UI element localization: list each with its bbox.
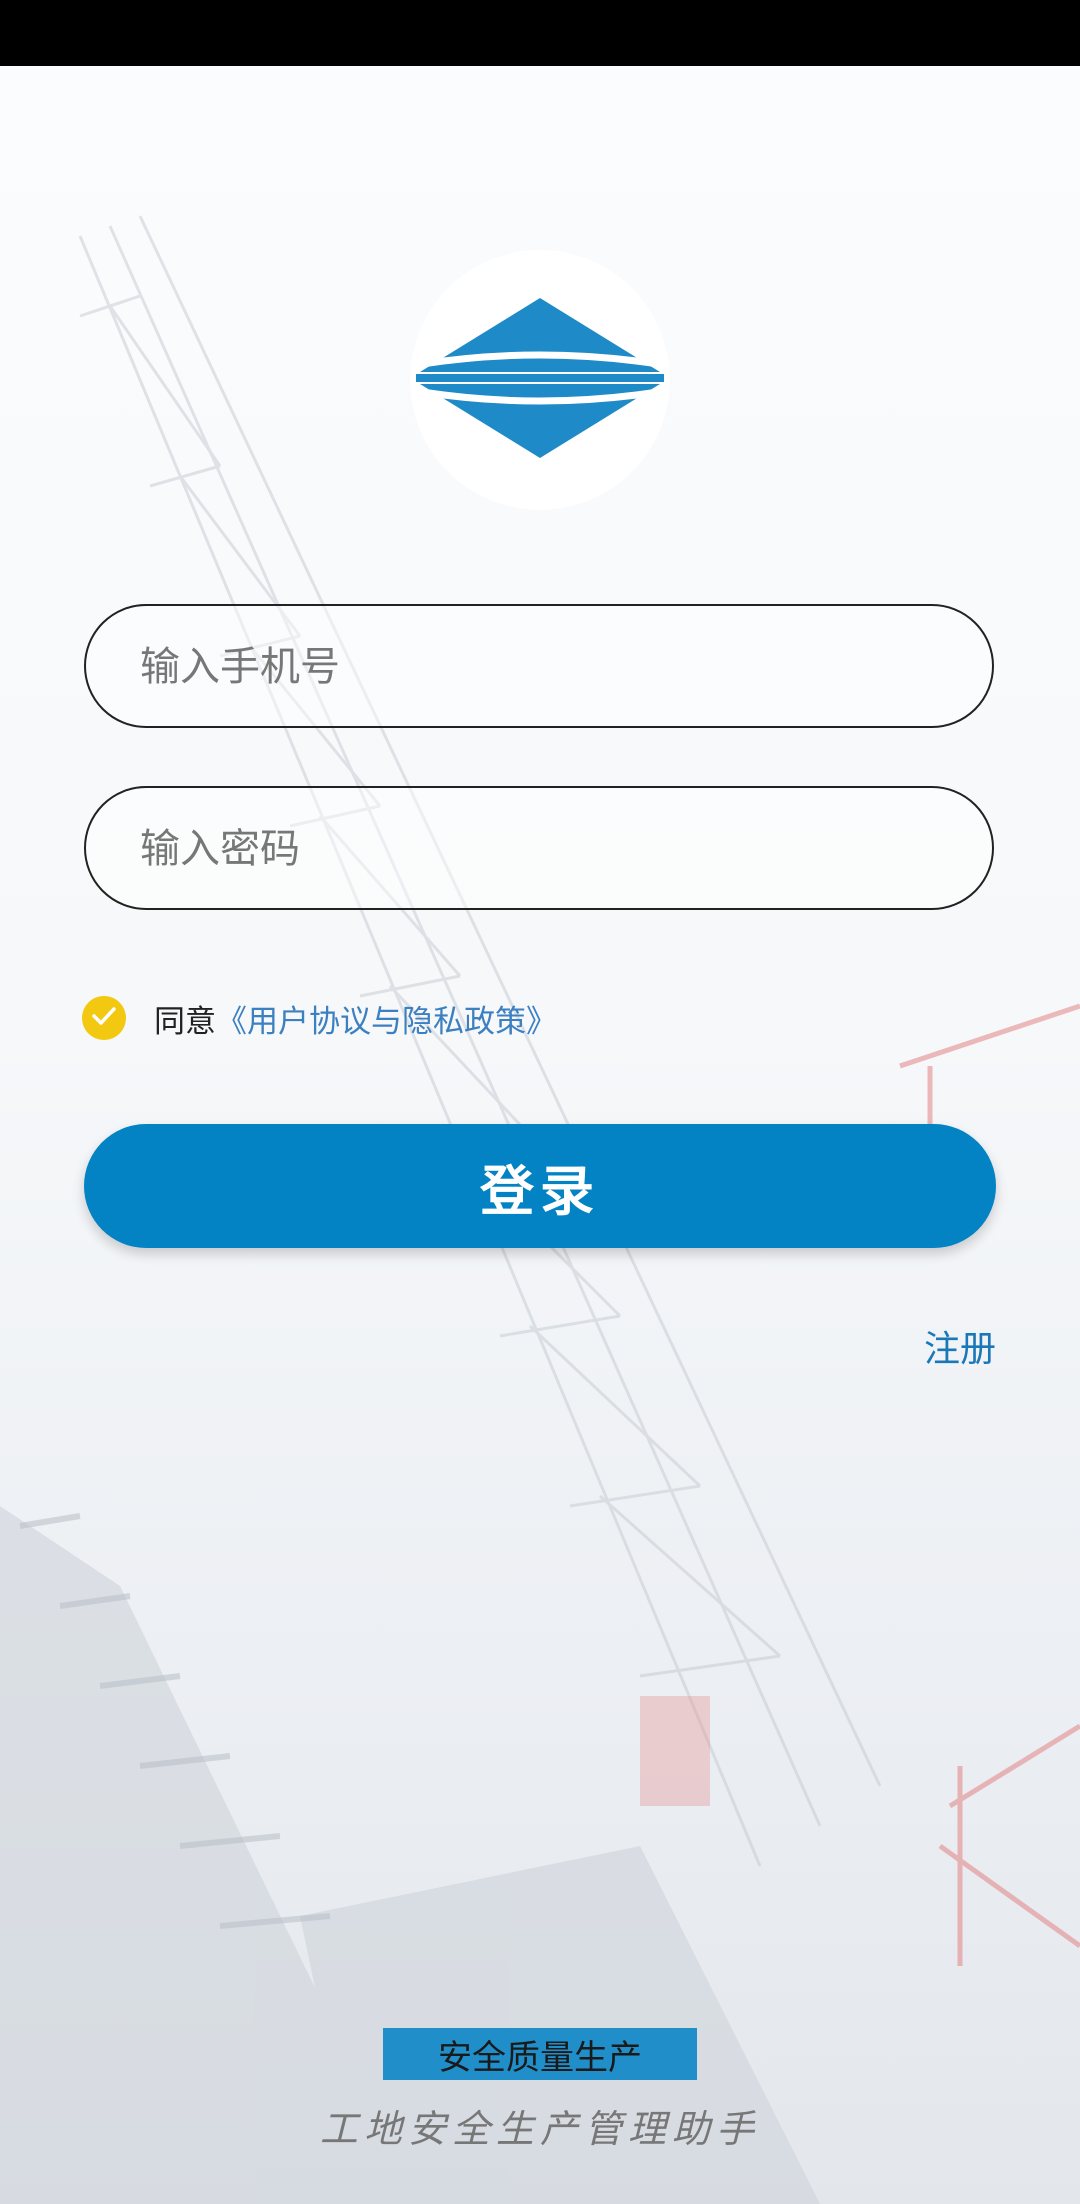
login-button[interactable]: 登录	[84, 1124, 996, 1248]
user-agreement-link[interactable]: 《用户协议与隐私政策》	[216, 996, 557, 1041]
diamond-logo-icon	[412, 298, 668, 462]
password-field[interactable]	[84, 786, 994, 910]
app-slogan: 工地安全生产管理助手	[319, 2107, 760, 2151]
agreement-row: 同意 《用户协议与隐私政策》	[82, 995, 557, 1041]
check-icon	[91, 1006, 117, 1030]
agree-label: 同意	[154, 1003, 216, 1040]
status-bar	[0, 0, 1080, 66]
phone-input[interactable]	[138, 606, 942, 728]
password-input[interactable]	[138, 788, 942, 910]
register-link[interactable]: 注册	[924, 1320, 996, 1372]
app-logo	[410, 250, 670, 510]
agree-checkbox[interactable]	[82, 996, 126, 1040]
safety-badge: 安全质量生产	[383, 2028, 697, 2080]
phone-field[interactable]	[84, 604, 994, 728]
